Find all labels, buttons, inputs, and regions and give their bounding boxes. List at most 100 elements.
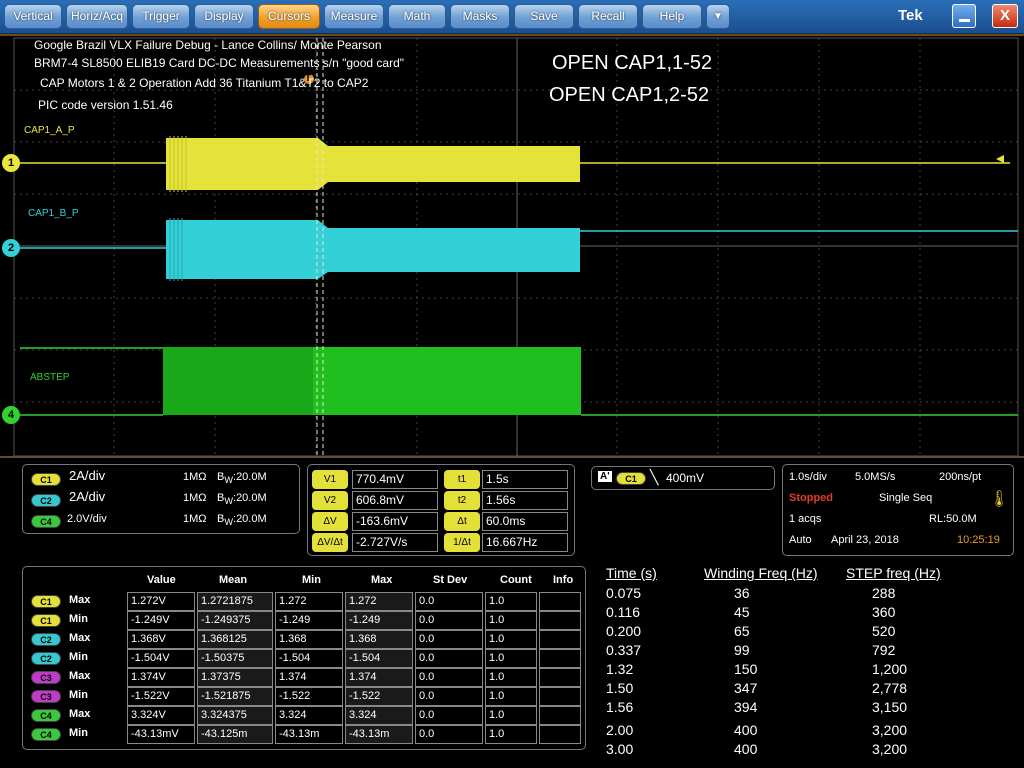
meas-row-0-info <box>539 592 581 611</box>
waveform-display[interactable]: Google Brazil VLX Failure Debug - Lance … <box>0 34 1024 458</box>
t2-value: 1.56s <box>482 491 568 510</box>
note-line-1: Google Brazil VLX Failure Debug - Lance … <box>34 38 382 52</box>
step-row-6-col-0: 1.56 <box>606 699 634 715</box>
meas-row-1-channel: C1 <box>31 614 61 627</box>
meas-row-7-info <box>539 725 581 744</box>
tek-logo: Tek <box>898 7 923 24</box>
measurement-table-box[interactable]: Value Mean Min Max St Dev Count Info C1 M… <box>22 566 586 750</box>
menu-math[interactable]: Math <box>388 4 446 29</box>
trigger-box[interactable]: A' C1 ╲ 400mV <box>591 466 775 490</box>
minimize-icon <box>959 19 970 22</box>
col-stdev: St Dev <box>433 574 468 586</box>
step-row-6-col-1: 394 <box>734 699 758 715</box>
step-row-0-col-2: 288 <box>872 585 896 601</box>
meas-row-5-type: Min <box>69 689 88 701</box>
meas-row-2-info <box>539 630 581 649</box>
meas-row-2-sd: 0.0 <box>415 630 483 649</box>
meas-row-2-max: 1.368 <box>345 630 413 649</box>
meas-row-2-count: 1.0 <box>485 630 537 649</box>
step-row-7-col-0: 2.00 <box>606 722 634 738</box>
cursor-readout-box[interactable]: V1 770.4mV V2 606.8mV ΔV -163.6mV ΔV/Δt … <box>307 464 575 556</box>
note-open-1: OPEN CAP1,1-52 <box>552 52 713 74</box>
c1-impedance: 1MΩ <box>183 471 207 483</box>
meas-row-5-value: -1.522V <box>127 687 195 706</box>
meas-row-0-sd: 0.0 <box>415 592 483 611</box>
meas-row-1-max: -1.249 <box>345 611 413 630</box>
trigger-marker-label: T <box>305 73 312 84</box>
v2-value: 606.8mV <box>352 491 438 510</box>
v1-value: 770.4mV <box>352 470 438 489</box>
meas-row-3-mean: -1.50375 <box>197 649 273 668</box>
meas-row-6-count: 1.0 <box>485 706 537 725</box>
ch1-label: CAP1_A_P <box>24 125 75 136</box>
menu-vertical[interactable]: Vertical <box>4 4 62 29</box>
meas-row-2-type: Max <box>69 632 91 644</box>
meas-row-4-channel: C3 <box>31 671 61 684</box>
meas-row-6-type: Max <box>69 708 91 720</box>
meas-row-4-value: 1.374V <box>127 668 195 687</box>
step-col-step: STEP freq (Hz) <box>846 565 941 581</box>
col-count: Count <box>500 574 532 586</box>
meas-row-7-max: -43.13m <box>345 725 413 744</box>
ch4-marker[interactable]: 4 <box>2 406 20 424</box>
minimize-button[interactable] <box>952 4 976 28</box>
meas-row-1-sd: 0.0 <box>415 611 483 630</box>
c1-scale: 2A/div <box>69 468 106 483</box>
meas-row-1-count: 1.0 <box>485 611 537 630</box>
c2-impedance: 1MΩ <box>183 492 207 504</box>
menu-dropdown-icon[interactable]: ▼ <box>706 4 730 29</box>
menu-recall[interactable]: Recall <box>578 4 638 29</box>
c4-scale: 2.0V/div <box>67 513 107 525</box>
t1-label: t1 <box>444 470 480 489</box>
meas-row-1-mean: -1.249375 <box>197 611 273 630</box>
meas-row-2-mean: 1.368125 <box>197 630 273 649</box>
menu-cursors[interactable]: Cursors <box>258 4 320 29</box>
step-row-5-col-2: 2,778 <box>872 680 908 696</box>
c2-bw-label: BW:20.0M <box>217 492 267 507</box>
channel-2-trace <box>20 218 1018 281</box>
meas-row-6-info <box>539 706 581 725</box>
step-row-8-col-0: 3.00 <box>606 741 634 757</box>
menu-trigger[interactable]: Trigger <box>132 4 190 29</box>
meas-row-3-sd: 0.0 <box>415 649 483 668</box>
step-row-8-col-1: 400 <box>734 741 758 757</box>
ch1-marker[interactable]: 1 <box>2 154 20 172</box>
inv-dt-value: 16.667Hz <box>482 533 568 552</box>
t1-value: 1.5s <box>482 470 568 489</box>
menu-display[interactable]: Display <box>194 4 254 29</box>
meas-row-5-min: -1.522 <box>275 687 343 706</box>
meas-row-0-channel: C1 <box>31 595 61 608</box>
dt-label: Δt <box>444 512 480 531</box>
menu-masks[interactable]: Masks <box>450 4 510 29</box>
dv-value: -163.6mV <box>352 512 438 531</box>
channel-4-trace <box>20 347 1018 416</box>
record-length: RL:50.0M <box>929 513 977 525</box>
close-button[interactable]: X <box>992 4 1018 28</box>
meas-row-3-channel: C2 <box>31 652 61 665</box>
meas-row-6-channel: C4 <box>31 709 61 722</box>
c1-bw-label: BW:20.0M <box>217 471 267 486</box>
meas-row-2-value: 1.368V <box>127 630 195 649</box>
menu-save[interactable]: Save <box>514 4 574 29</box>
step-row-6-col-2: 3,150 <box>872 699 908 715</box>
meas-row-6-value: 3.324V <box>127 706 195 725</box>
menu-horiz-acq[interactable]: Horiz/Acq <box>66 4 128 29</box>
step-row-3-col-2: 792 <box>872 642 896 658</box>
v2-label: V2 <box>312 491 348 510</box>
meas-row-4-max: 1.374 <box>345 668 413 687</box>
acq-state: Stopped <box>789 492 833 504</box>
meas-row-2-channel: C2 <box>31 633 61 646</box>
ch2-marker[interactable]: 2 <box>2 239 20 257</box>
col-value: Value <box>147 574 176 586</box>
vertical-settings-box[interactable]: C1 2A/div 1MΩ BW:20.0M C2 2A/div 1MΩ BW:… <box>22 464 300 534</box>
acquisition-box[interactable]: 1.0s/div 5.0MS/s 200ns/pt Stopped Single… <box>782 464 1014 556</box>
meas-row-4-sd: 0.0 <box>415 668 483 687</box>
meas-row-4-type: Max <box>69 670 91 682</box>
meas-row-1-info <box>539 611 581 630</box>
menu-help[interactable]: Help <box>642 4 702 29</box>
meas-row-3-info <box>539 649 581 668</box>
meas-row-1-value: -1.249V <box>127 611 195 630</box>
thermometer-icon: 🌡 <box>989 491 1010 508</box>
menu-measure[interactable]: Measure <box>324 4 384 29</box>
col-min: Min <box>302 574 321 586</box>
